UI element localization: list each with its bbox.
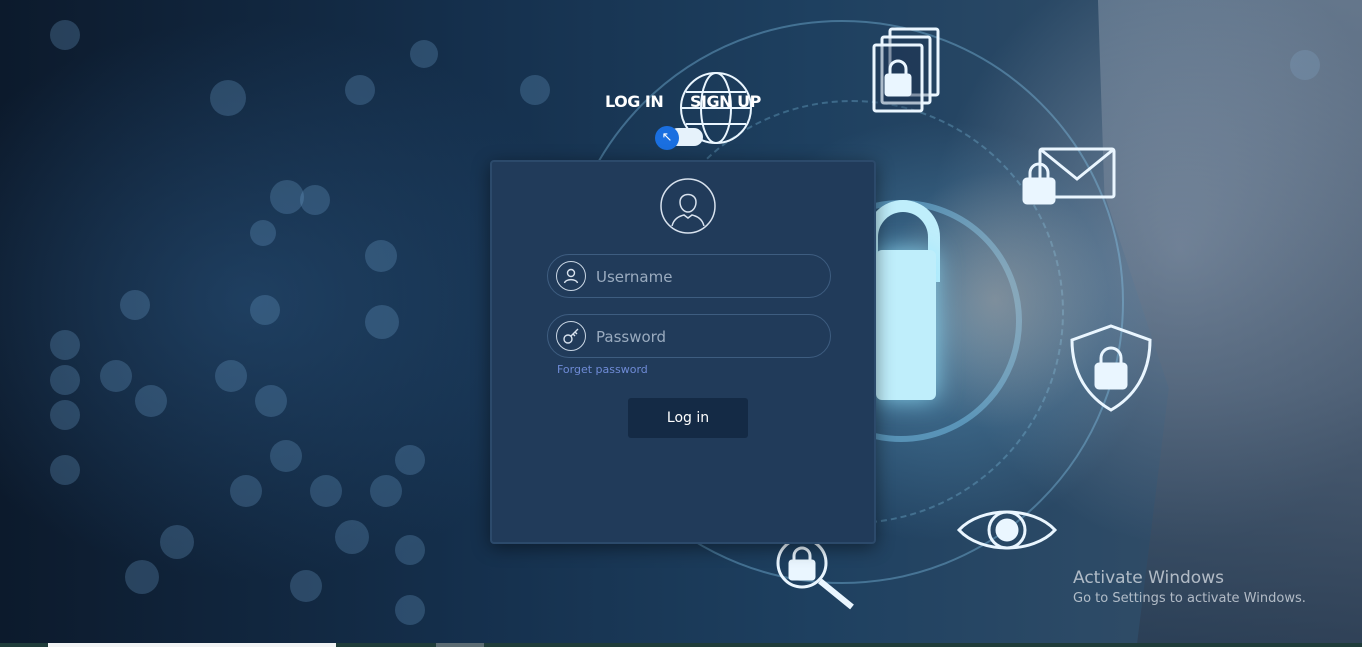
bokeh-dot [250,220,276,246]
bokeh-dot [365,240,397,272]
bokeh-dot [215,360,247,392]
bokeh-dot [255,385,287,417]
documents-lock-icon [870,25,944,113]
tab-signup[interactable]: SIGN UP [690,92,761,111]
username-field [547,254,831,298]
bokeh-dot [410,40,438,68]
user-icon [556,261,586,291]
bokeh-dot [125,560,159,594]
bokeh-dot [345,75,375,105]
bokeh-dot [520,75,550,105]
key-icon [556,321,586,351]
login-card: Forget password Log in [490,160,876,544]
bokeh-dot [50,330,80,360]
login-button[interactable]: Log in [628,398,748,438]
bokeh-dot [310,475,342,507]
bokeh-dot [290,570,322,602]
bokeh-dot [270,180,304,214]
bokeh-dot [395,445,425,475]
bokeh-dot [160,525,194,559]
bokeh-dot [50,20,80,50]
taskbar-segment [436,643,484,647]
large-lock-icon [876,250,936,400]
bokeh-dot [335,520,369,554]
bokeh-dot [50,400,80,430]
bokeh-dot [250,295,280,325]
bokeh-dot [370,475,402,507]
bokeh-dot [100,360,132,392]
bokeh-dot [210,80,246,116]
taskbar-segment [48,643,336,647]
username-input[interactable] [594,263,818,291]
bokeh-dot [50,455,80,485]
user-avatar-icon [660,178,716,234]
magnifier-lock-icon [772,535,860,613]
tab-login[interactable]: LOG IN [605,92,664,111]
mail-lock-icon [1020,145,1120,207]
bokeh-dot [395,535,425,565]
password-input[interactable] [594,323,818,351]
bokeh-dot [300,185,330,215]
bokeh-dot [270,440,302,472]
bokeh-dot [365,305,399,339]
activation-watermark: Activate Windows Go to Settings to activ… [1073,567,1306,609]
eye-icon [955,502,1059,558]
bokeh-dot [120,290,150,320]
login-signup-toggle[interactable]: ↖ [655,126,705,150]
forget-password-link[interactable]: Forget password [557,363,648,376]
shield-lock-icon [1066,322,1156,414]
bokeh-dot [50,365,80,395]
bokeh-dot [395,595,425,625]
bokeh-dot [135,385,167,417]
watermark-title: Activate Windows [1073,568,1224,588]
taskbar-edge [0,643,1362,647]
watermark-subtitle: Go to Settings to activate Windows. [1073,591,1306,606]
bokeh-dot [230,475,262,507]
toggle-arrow-icon: ↖ [655,126,679,150]
password-field [547,314,831,358]
